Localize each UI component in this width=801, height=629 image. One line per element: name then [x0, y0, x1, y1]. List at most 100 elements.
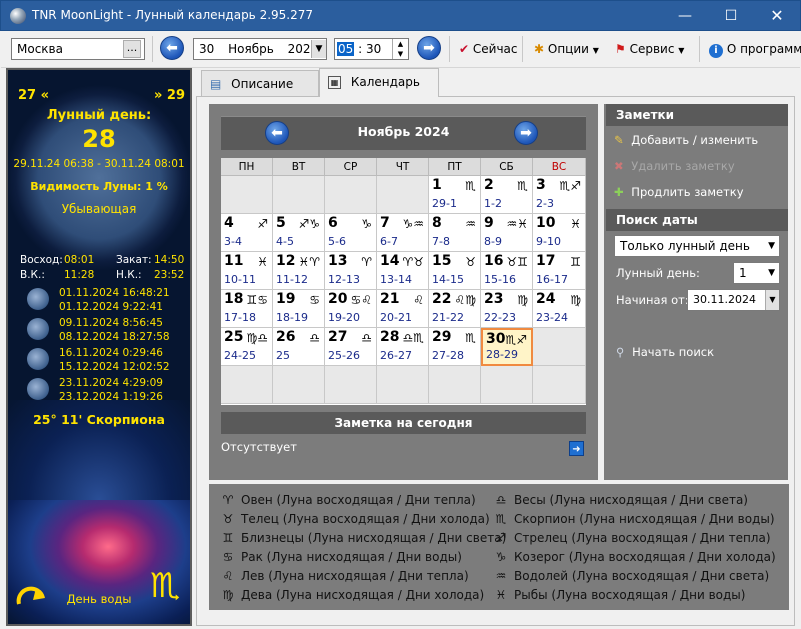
- day-cell[interactable]: 21 ♌ 20-21: [377, 290, 429, 328]
- day-cell[interactable]: 6 ♑ 5-6: [325, 214, 377, 252]
- day-number: 6: [328, 215, 338, 231]
- start-date-picker[interactable]: 30.11.2024 ▼: [687, 289, 780, 311]
- day-number: 19: [276, 291, 296, 307]
- delete-note-button[interactable]: ✖ Удалить заметку: [614, 154, 735, 178]
- legend-item: ♋ Рак (Луна нисходящая / Дни воды): [220, 548, 506, 567]
- day-cell[interactable]: 15 ♉ 14-15: [429, 252, 481, 290]
- zodiac-signs: ♐♑: [298, 217, 320, 231]
- day-cell[interactable]: 27 ♎ 25-26: [325, 328, 377, 366]
- day-cell[interactable]: 26 ♎ 25: [273, 328, 325, 366]
- zodiac-signs: ♏: [517, 179, 528, 193]
- prev-date-button[interactable]: ⬅: [160, 36, 184, 60]
- extend-note-button[interactable]: ✚ Продлить заметку: [614, 180, 744, 204]
- lunar-days: 15-16: [484, 273, 516, 286]
- date-dropdown-arrow-icon[interactable]: ▼: [311, 40, 326, 58]
- zodiac-signs: ♈: [361, 255, 372, 269]
- day-cell[interactable]: 12 ♓♈ 11-12: [273, 252, 325, 290]
- prev-lunar-day-link[interactable]: 27 «: [18, 88, 49, 103]
- legend-item: ♍ Дева (Луна нисходящая / Дни холода): [220, 586, 506, 605]
- weekday-header: ЧТ: [377, 158, 429, 176]
- empty-day-cell: [325, 176, 377, 214]
- legend-text: Стрелец (Луна восходящая / Дни тепла): [514, 531, 771, 545]
- empty-day-cell: [273, 366, 325, 404]
- day-cell[interactable]: 8 ♒ 7-8: [429, 214, 481, 252]
- zodiac-signs: ♒: [465, 217, 476, 231]
- day-cell[interactable]: 29 ♏ 27-28: [429, 328, 481, 366]
- zodiac-sign-icon: ♈: [222, 493, 234, 507]
- phase-date: 15.12.2024 12:02:52: [59, 361, 170, 373]
- date-picker[interactable]: 30 Ноябрь 2024: [193, 38, 327, 60]
- zodiac-sign-icon: ♍: [222, 588, 234, 602]
- day-cell[interactable]: 30 ♏♐ 28-29: [481, 328, 533, 366]
- now-button[interactable]: ✔ Сейчас: [459, 37, 518, 61]
- about-button[interactable]: i О программе: [709, 37, 801, 61]
- day-number: 3: [536, 177, 546, 193]
- day-cell[interactable]: 18 ♊♋ 17-18: [221, 290, 273, 328]
- toolbar: Москва ... ⬅ 30 Ноябрь 2024 ▼ 05 : 30 ▲ ▼…: [1, 31, 801, 68]
- notes-header: Заметки: [606, 104, 788, 126]
- info-icon: i: [709, 44, 723, 58]
- day-cell[interactable]: 1 ♏ 29-1: [429, 176, 481, 214]
- lunar-day-select[interactable]: 1 ▼: [733, 262, 780, 284]
- next-date-button[interactable]: ➡: [417, 36, 441, 60]
- day-cell[interactable]: 20 ♋♌ 19-20: [325, 290, 377, 328]
- day-number: 20: [328, 291, 348, 307]
- zodiac-signs: ♒♓: [506, 217, 528, 231]
- day-number: 16: [484, 253, 504, 269]
- search-mode-select[interactable]: Только лунный день ▼: [614, 235, 780, 257]
- day-cell[interactable]: 7 ♑♒ 6-7: [377, 214, 429, 252]
- tab-description[interactable]: ▤ Описание: [201, 70, 319, 97]
- flag-icon: ⚑: [615, 42, 626, 56]
- day-cell[interactable]: 10 ♓ 9-10: [533, 214, 586, 252]
- day-cell[interactable]: 2 ♏ 1-2: [481, 176, 533, 214]
- next-month-button[interactable]: ➡: [514, 121, 538, 145]
- day-cell[interactable]: 19 ♋ 18-19: [273, 290, 325, 328]
- day-cell[interactable]: 11 ♓ 10-11: [221, 252, 273, 290]
- day-cell[interactable]: 9 ♒♓ 8-9: [481, 214, 533, 252]
- day-cell[interactable]: 23 ♍ 22-23: [481, 290, 533, 328]
- lunar-days: 12-13: [328, 273, 360, 286]
- weekday-header: СР: [325, 158, 377, 176]
- empty-day-cell: [377, 366, 429, 404]
- city-select-button[interactable]: ...: [123, 40, 141, 58]
- time-minute: 30: [365, 42, 382, 56]
- legend-column-right: ♎ Весы (Луна нисходящая / Дни света) ♏ Скор…: [493, 491, 776, 605]
- close-button[interactable]: ✕: [754, 1, 800, 31]
- day-cell[interactable]: 14 ♈♉ 13-14: [377, 252, 429, 290]
- date-day: 30: [199, 42, 215, 56]
- zodiac-signs: ♍: [517, 293, 528, 307]
- tab-description-label: Описание: [231, 77, 294, 91]
- start-date-label: Начиная от:: [616, 293, 689, 307]
- lunar-day-number: 28: [82, 125, 116, 153]
- day-cell[interactable]: 24 ♍ 23-24: [533, 290, 586, 328]
- zodiac-sign-icon: ♉: [222, 512, 234, 526]
- day-cell[interactable]: 28 ♎♏ 26-27: [377, 328, 429, 366]
- day-cell[interactable]: 5 ♐♑ 4-5: [273, 214, 325, 252]
- day-cell[interactable]: 17 ♊ 16-17: [533, 252, 586, 290]
- day-number: 25: [224, 329, 244, 345]
- open-note-arrow-icon[interactable]: ➜: [569, 441, 584, 456]
- zodiac-signs: ♋♌: [350, 293, 372, 307]
- day-cell[interactable]: 16 ♉♊ 15-16: [481, 252, 533, 290]
- zodiac-signs: ♑: [361, 217, 372, 231]
- service-menu[interactable]: ⚑ Сервис ▼: [615, 37, 684, 61]
- day-cell[interactable]: 4 ♐ 3-4: [221, 214, 273, 252]
- add-edit-note-button[interactable]: ✎ Добавить / изменить: [614, 128, 758, 152]
- minimize-button[interactable]: —: [662, 1, 708, 31]
- day-cell[interactable]: 13 ♈ 12-13: [325, 252, 377, 290]
- zodiac-signs: ♎♏: [402, 331, 424, 345]
- start-search-button[interactable]: ⚲ Начать поиск: [616, 340, 714, 364]
- weekday-header: ВС: [533, 158, 586, 176]
- maximize-button[interactable]: ☐: [708, 1, 754, 31]
- time-spinner[interactable]: ▲ ▼: [392, 39, 408, 59]
- lunar-days: 11-12: [276, 273, 308, 286]
- options-menu[interactable]: ✱ Опции ▼: [534, 37, 599, 61]
- day-number: 8: [432, 215, 442, 231]
- day-cell[interactable]: 3 ♏♐ 2-3: [533, 176, 586, 214]
- day-cell[interactable]: 22 ♌♍ 21-22: [429, 290, 481, 328]
- next-lunar-day-link[interactable]: » 29: [154, 88, 185, 103]
- empty-day-cell: [221, 366, 273, 404]
- day-cell[interactable]: 25 ♍♎ 24-25: [221, 328, 273, 366]
- moonset-label: Закат:: [116, 254, 152, 266]
- tab-calendar[interactable]: ▦ Календарь: [319, 68, 439, 97]
